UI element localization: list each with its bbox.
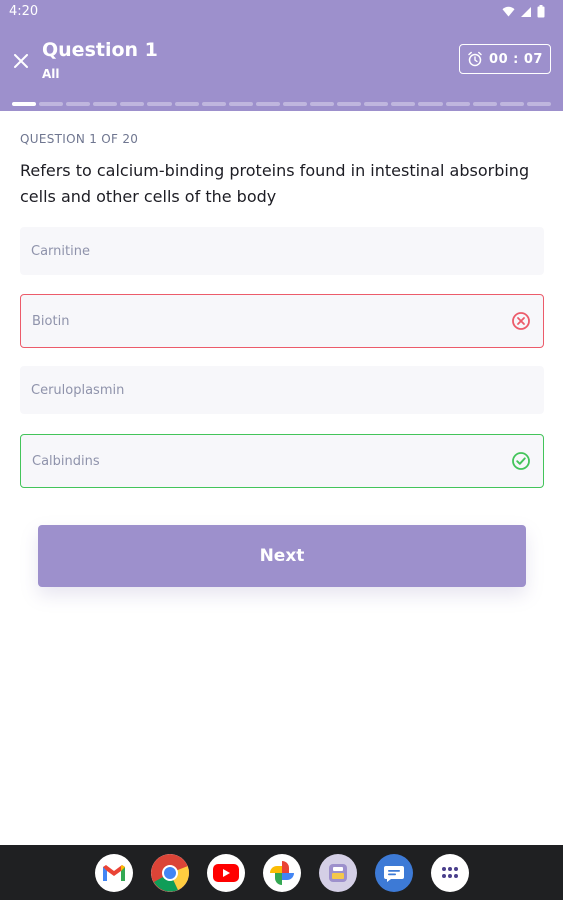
app-header: 4:20 Question 1 All 00: 07 bbox=[0, 0, 563, 111]
app-icon[interactable] bbox=[318, 853, 357, 892]
status-bar: 4:20 bbox=[0, 0, 563, 26]
timer-badge: 00 : 07 bbox=[459, 44, 551, 74]
next-button-label: Next bbox=[259, 546, 305, 566]
progress-segment bbox=[337, 102, 362, 106]
progress-segment bbox=[201, 102, 226, 106]
next-button[interactable]: Next bbox=[38, 525, 526, 587]
status-icons bbox=[502, 5, 545, 18]
answer-option-label: Calbindins bbox=[32, 453, 100, 469]
timer-value: 00 : 07 bbox=[489, 51, 543, 67]
progress-segment bbox=[445, 102, 470, 106]
page-title: Question 1 bbox=[42, 39, 158, 61]
close-icon bbox=[14, 54, 28, 68]
chrome-icon[interactable] bbox=[150, 853, 189, 892]
progress-segment bbox=[12, 102, 37, 106]
gmail-icon[interactable] bbox=[94, 853, 133, 892]
answer-option-1[interactable]: Carnitine bbox=[20, 227, 544, 275]
progress-segment bbox=[526, 102, 551, 106]
progress-segment bbox=[93, 102, 118, 106]
answer-option-3[interactable]: Ceruloplasmin bbox=[20, 366, 544, 414]
quiz-screen: 4:20 Question 1 All 00: 07 QUESTION 1 O… bbox=[0, 0, 563, 900]
status-time: 4:20 bbox=[9, 4, 39, 19]
app-drawer-icon[interactable] bbox=[430, 853, 469, 892]
question-progress bbox=[12, 102, 551, 106]
answer-option-4[interactable]: Calbindins bbox=[20, 434, 544, 488]
signal-icon bbox=[521, 6, 531, 17]
progress-segment bbox=[120, 102, 145, 106]
progress-segment bbox=[364, 102, 389, 106]
app-dock bbox=[0, 845, 563, 900]
answer-option-label: Carnitine bbox=[31, 243, 90, 259]
progress-segment bbox=[472, 102, 497, 106]
alarm-clock-icon bbox=[468, 51, 482, 67]
progress-segment bbox=[282, 102, 308, 106]
progress-segment bbox=[391, 102, 416, 106]
photos-icon[interactable] bbox=[262, 853, 301, 892]
question-counter: QUESTION 1 OF 20 bbox=[20, 132, 139, 146]
messages-icon[interactable] bbox=[374, 853, 413, 892]
close-button[interactable] bbox=[8, 48, 34, 74]
answer-option-label: Ceruloplasmin bbox=[31, 382, 125, 398]
check-circle-icon bbox=[512, 452, 530, 470]
progress-segment bbox=[228, 102, 253, 106]
progress-segment bbox=[66, 102, 91, 106]
x-circle-icon bbox=[512, 312, 530, 330]
question-text: Refers to calcium-binding proteins found… bbox=[20, 161, 530, 206]
answer-option-2[interactable]: Biotin bbox=[20, 294, 544, 348]
progress-segment bbox=[147, 102, 172, 106]
progress-segment bbox=[39, 102, 64, 106]
title-block: Question 1 All bbox=[42, 38, 158, 81]
wifi-icon bbox=[502, 6, 515, 17]
youtube-icon[interactable] bbox=[206, 853, 245, 892]
category-subtitle: All bbox=[42, 67, 60, 81]
progress-segment bbox=[174, 102, 199, 106]
progress-segment bbox=[255, 102, 280, 106]
answer-option-label: Biotin bbox=[32, 313, 70, 329]
progress-segment bbox=[418, 102, 443, 106]
battery-icon bbox=[537, 5, 545, 18]
progress-segment bbox=[310, 102, 335, 106]
progress-segment bbox=[499, 102, 524, 106]
